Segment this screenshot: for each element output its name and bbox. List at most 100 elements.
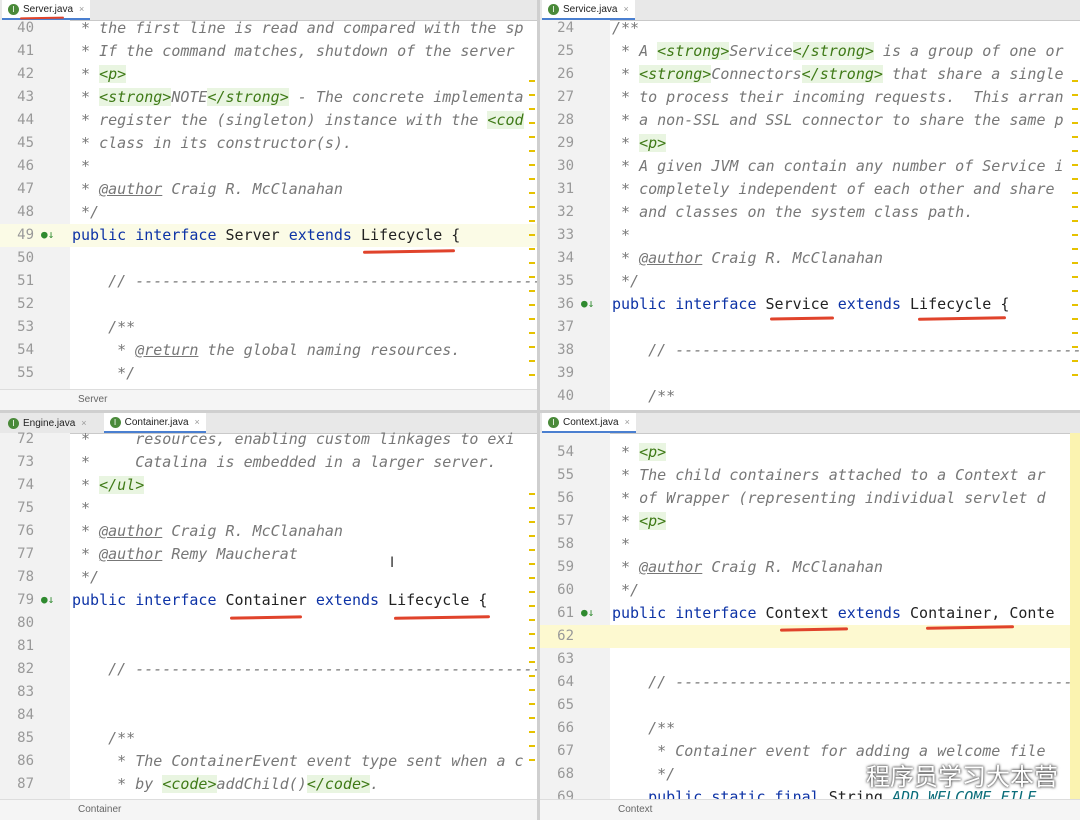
- stripe-marker[interactable]: [529, 220, 535, 222]
- stripe-marker[interactable]: [529, 549, 535, 551]
- stripe-marker[interactable]: [1072, 192, 1078, 194]
- stripe-marker[interactable]: [529, 675, 535, 677]
- stripe-marker[interactable]: [529, 332, 535, 334]
- code-line[interactable]: 45 * class in its constructor(s).: [0, 132, 537, 155]
- code-line[interactable]: 55 * The child containers attached to a …: [540, 464, 1080, 487]
- stripe-marker[interactable]: [529, 178, 535, 180]
- code-line[interactable]: 48 */: [0, 201, 537, 224]
- stripe-marker[interactable]: [1072, 304, 1078, 306]
- error-stripe[interactable]: [1070, 20, 1080, 410]
- stripe-marker[interactable]: [529, 248, 535, 250]
- stripe-marker[interactable]: [529, 108, 535, 110]
- stripe-marker[interactable]: [529, 122, 535, 124]
- code-line[interactable]: 49 ●↓ public interface Server extends Life…: [0, 224, 537, 247]
- stripe-marker[interactable]: [529, 521, 535, 523]
- code-line[interactable]: 61 ●↓ public interface Context extends Con…: [540, 602, 1080, 625]
- code-line[interactable]: 47 * @author Craig R. McClanahan: [0, 178, 537, 201]
- stripe-marker[interactable]: [529, 535, 535, 537]
- stripe-marker[interactable]: [1072, 248, 1078, 250]
- stripe-marker[interactable]: [1072, 290, 1078, 292]
- stripe-marker[interactable]: [529, 290, 535, 292]
- horizontal-splitter[interactable]: [0, 410, 1080, 413]
- code-line[interactable]: 75 *: [0, 497, 537, 520]
- code-line[interactable]: 42 * <p>: [0, 63, 537, 86]
- stripe-marker[interactable]: [529, 745, 535, 747]
- code-line[interactable]: 25 * A <strong>Service</strong> is a gro…: [540, 40, 1080, 63]
- code-line[interactable]: 52: [0, 293, 537, 316]
- stripe-marker[interactable]: [1072, 234, 1078, 236]
- implemented-marker-icon[interactable]: ●↓: [41, 228, 55, 242]
- code-line[interactable]: 40 * the first line is read and compared…: [0, 17, 537, 40]
- stripe-marker[interactable]: [529, 94, 535, 96]
- stripe-marker[interactable]: [529, 318, 535, 320]
- stripe-marker[interactable]: [1072, 276, 1078, 278]
- code-line[interactable]: 33 *: [540, 224, 1080, 247]
- stripe-marker[interactable]: [529, 80, 535, 82]
- code-line[interactable]: 56 * of Wrapper (representing individual…: [540, 487, 1080, 510]
- code-line[interactable]: 72 * resources, enabling custom linkages…: [0, 428, 537, 451]
- code-line[interactable]: 54 * <p>: [540, 441, 1080, 464]
- code-line[interactable]: 78 */: [0, 566, 537, 589]
- stripe-marker[interactable]: [1072, 108, 1078, 110]
- stripe-marker[interactable]: [529, 661, 535, 663]
- code-line[interactable]: 86 * The ContainerEvent event type sent …: [0, 750, 537, 773]
- stripe-marker[interactable]: [1072, 80, 1078, 82]
- stripe-marker[interactable]: [529, 633, 535, 635]
- stripe-marker[interactable]: [529, 731, 535, 733]
- code-line[interactable]: 60 */: [540, 579, 1080, 602]
- code-line[interactable]: 58 *: [540, 533, 1080, 556]
- stripe-marker[interactable]: [529, 304, 535, 306]
- stripe-marker[interactable]: [529, 507, 535, 509]
- stripe-marker[interactable]: [1072, 332, 1078, 334]
- code-line[interactable]: 77 * @author Remy Maucherat: [0, 543, 537, 566]
- stripe-marker[interactable]: [1072, 318, 1078, 320]
- code-line[interactable]: 39: [540, 362, 1080, 385]
- close-icon[interactable]: ×: [195, 417, 200, 427]
- stripe-marker[interactable]: [1072, 150, 1078, 152]
- stripe-marker[interactable]: [1072, 374, 1078, 376]
- code-line[interactable]: 59 * @author Craig R. McClanahan: [540, 556, 1080, 579]
- code-line[interactable]: 44 * register the (singleton) instance w…: [0, 109, 537, 132]
- code-line[interactable]: 79 ●↓ public interface Container extends L…: [0, 589, 537, 612]
- code-line[interactable]: 85 /**: [0, 727, 537, 750]
- stripe-marker[interactable]: [1072, 136, 1078, 138]
- code-line[interactable]: 29 * <p>: [540, 132, 1080, 155]
- stripe-marker[interactable]: [529, 262, 535, 264]
- breadcrumb[interactable]: Container: [0, 799, 537, 820]
- code-line[interactable]: 55 */: [0, 362, 537, 385]
- stripe-marker[interactable]: [529, 591, 535, 593]
- stripe-marker[interactable]: [1072, 164, 1078, 166]
- stripe-marker[interactable]: [529, 605, 535, 607]
- stripe-marker[interactable]: [529, 703, 535, 705]
- stripe-marker[interactable]: [1072, 94, 1078, 96]
- stripe-marker[interactable]: [529, 276, 535, 278]
- error-stripe[interactable]: [527, 20, 537, 410]
- code-line[interactable]: 82 // ----------------------------------…: [0, 658, 537, 681]
- stripe-marker[interactable]: [529, 647, 535, 649]
- stripe-marker[interactable]: [529, 234, 535, 236]
- error-stripe[interactable]: [527, 433, 537, 820]
- code-line[interactable]: 74 * </ul>: [0, 474, 537, 497]
- stripe-marker[interactable]: [1072, 262, 1078, 264]
- stripe-marker[interactable]: [529, 717, 535, 719]
- code-line[interactable]: 27 * to process their incoming requests.…: [540, 86, 1080, 109]
- stripe-marker[interactable]: [529, 206, 535, 208]
- code-line[interactable]: 53 /**: [0, 316, 537, 339]
- code-line[interactable]: 34 * @author Craig R. McClanahan: [540, 247, 1080, 270]
- stripe-marker[interactable]: [1072, 360, 1078, 362]
- stripe-marker[interactable]: [529, 164, 535, 166]
- stripe-marker[interactable]: [529, 374, 535, 376]
- stripe-marker[interactable]: [1072, 206, 1078, 208]
- code-line[interactable]: 43 * <strong>NOTE</strong> - The concret…: [0, 86, 537, 109]
- stripe-marker[interactable]: [529, 360, 535, 362]
- code-line[interactable]: 64 // ----------------------------------…: [540, 671, 1080, 694]
- close-icon[interactable]: ×: [79, 4, 84, 14]
- code-line[interactable]: 46 *: [0, 155, 537, 178]
- code-line[interactable]: 26 * <strong>Connectors</strong> that sh…: [540, 63, 1080, 86]
- stripe-marker[interactable]: [529, 689, 535, 691]
- code-line[interactable]: 84: [0, 704, 537, 727]
- code-line[interactable]: 38 // ----------------------------------…: [540, 339, 1080, 362]
- code-line[interactable]: 51 // ----------------------------------…: [0, 270, 537, 293]
- tab-context[interactable]: I Context.java ×: [542, 413, 636, 433]
- code-line[interactable]: 73 * Catalina is embedded in a larger se…: [0, 451, 537, 474]
